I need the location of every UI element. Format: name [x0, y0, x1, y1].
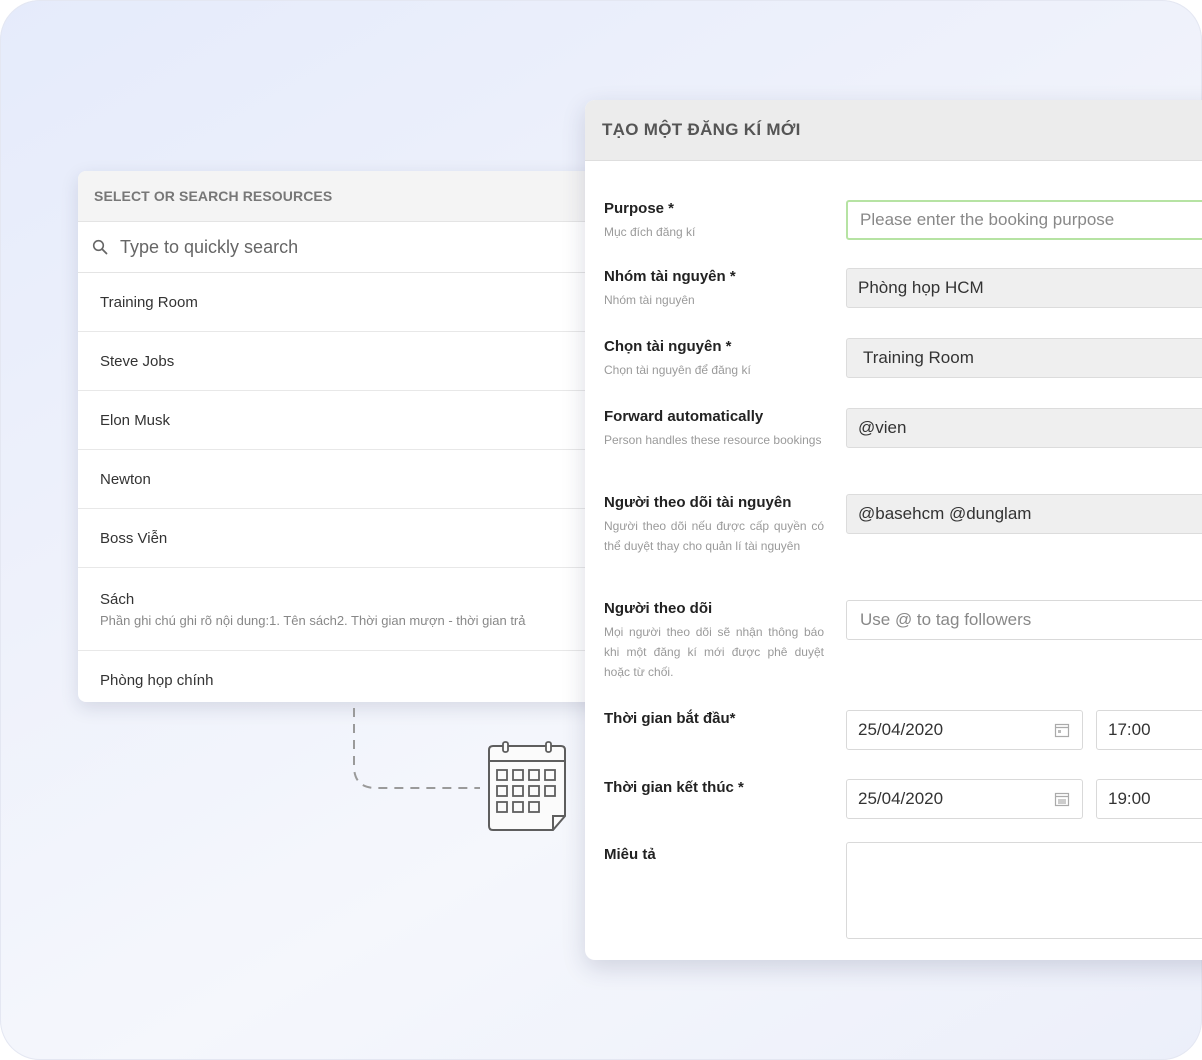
choose-resource-label: Chọn tài nguyên *	[604, 338, 732, 355]
followers-label-block: Người theo dõi Mọi người theo dõi sẽ nhậ…	[604, 600, 824, 682]
resource-item-label: Steve Jobs	[100, 352, 175, 370]
resource-search-input[interactable]	[118, 235, 542, 259]
resource-item-label: Elon Musk	[100, 411, 171, 429]
description-textarea[interactable]	[846, 842, 1202, 939]
connector-illustration	[353, 708, 566, 831]
resource-group-select[interactable]: Phòng họp HCM	[846, 268, 1202, 308]
followers-sublabel: Mọi người theo dõi sẽ nhận thông báo khi…	[604, 625, 824, 679]
forward-label-block: Forward automatically Person handles the…	[604, 408, 824, 450]
resource-item-phong-hop-chinh[interactable]: Phòng họp chính	[78, 651, 638, 702]
choose-resource-sublabel: Chọn tài nguyên để đăng kí	[604, 363, 751, 377]
forward-label: Forward automatically	[604, 408, 764, 425]
resource-group-sublabel: Nhóm tài nguyên	[604, 293, 695, 307]
description-label-block: Miêu tả	[604, 846, 824, 863]
end-date-field[interactable]: 25/04/2020	[846, 779, 1083, 819]
resource-item-sach[interactable]: Sách Phần ghi chú ghi rõ nội dung:1. Tên…	[78, 568, 638, 651]
calendar-icon[interactable]	[1054, 722, 1070, 738]
end-date-value: 25/04/2020	[858, 789, 944, 808]
choose-resource-select[interactable]: Training Room	[846, 338, 1202, 378]
resource-watchers-sublabel: Người theo dõi nếu được cấp quyền có thể…	[604, 519, 824, 553]
choose-resource-label-block: Chọn tài nguyên * Chọn tài nguyên để đăn…	[604, 338, 824, 380]
search-icon	[92, 239, 108, 255]
followers-field[interactable]	[846, 600, 1202, 640]
resource-watchers-label: Người theo dõi tài nguyên	[604, 494, 792, 511]
resource-watchers-label-block: Người theo dõi tài nguyên Người theo dõi…	[604, 494, 824, 556]
resource-item-label: Phòng họp chính	[100, 671, 214, 689]
start-date-value: 25/04/2020	[858, 720, 944, 739]
resource-item-newton[interactable]: Newton	[78, 450, 638, 509]
purpose-input[interactable]	[858, 209, 1202, 231]
form-title: TẠO MỘT ĐĂNG KÍ MỚI	[585, 100, 1202, 161]
start-date-field[interactable]: 25/04/2020	[846, 710, 1083, 750]
end-time-label-block: Thời gian kết thúc *	[604, 779, 824, 796]
followers-label: Người theo dõi	[604, 600, 713, 617]
forward-sublabel: Person handles these resource bookings	[604, 433, 822, 447]
start-time-label-block: Thời gian bắt đầu*	[604, 710, 824, 727]
resource-search-bar[interactable]	[78, 222, 638, 273]
resource-item-label: Sách	[100, 590, 135, 608]
resource-group-label-block: Nhóm tài nguyên * Nhóm tài nguyên	[604, 268, 824, 310]
end-time-label: Thời gian kết thúc *	[604, 779, 744, 796]
resource-picker-title: SELECT OR SEARCH RESOURCES	[78, 171, 638, 222]
description-label: Miêu tả	[604, 846, 656, 863]
new-booking-form: TẠO MỘT ĐĂNG KÍ MỚI Purpose * Mục đích đ…	[585, 100, 1202, 960]
purpose-field[interactable]	[846, 200, 1202, 240]
resource-item-label: Training Room	[100, 293, 198, 311]
resource-item-label: Newton	[100, 470, 151, 488]
resource-item-boss-vien[interactable]: Boss Viễn	[78, 509, 638, 568]
resource-item-training-room[interactable]: Training Room	[78, 273, 638, 332]
followers-input[interactable]	[858, 609, 1202, 631]
resource-item-elon-musk[interactable]: Elon Musk	[78, 391, 638, 450]
purpose-label-block: Purpose * Mục đích đăng kí	[604, 200, 824, 242]
background-stage: SELECT OR SEARCH RESOURCES Training Room…	[0, 0, 1202, 1060]
resource-picker-card: SELECT OR SEARCH RESOURCES Training Room…	[78, 171, 638, 702]
calendar-illustration-icon	[488, 741, 566, 831]
resource-item-steve-jobs[interactable]: Steve Jobs	[78, 332, 638, 391]
resource-item-label: Boss Viễn	[100, 529, 168, 547]
calendar-icon[interactable]	[1054, 791, 1070, 807]
end-time-field[interactable]: 19:00	[1096, 779, 1202, 819]
purpose-sublabel: Mục đích đăng kí	[604, 225, 696, 239]
start-time-label: Thời gian bắt đầu*	[604, 710, 736, 727]
resource-group-label: Nhóm tài nguyên *	[604, 268, 736, 285]
resource-item-note: Phần ghi chú ghi rõ nội dung:1. Tên sách…	[100, 612, 526, 628]
start-time-field[interactable]: 17:00	[1096, 710, 1202, 750]
purpose-label: Purpose *	[604, 200, 675, 217]
forward-field[interactable]: @vien	[846, 408, 1202, 448]
resource-watchers-field[interactable]: @basehcm @dunglam	[846, 494, 1202, 534]
